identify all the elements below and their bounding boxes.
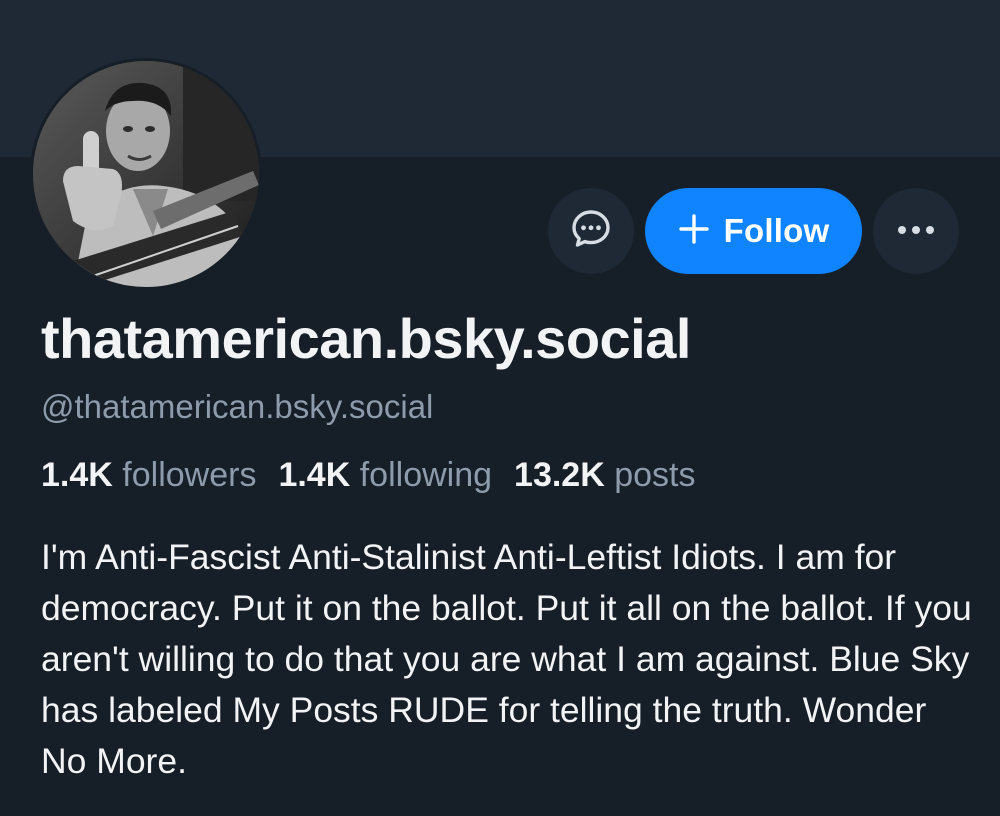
posts-stat: 13.2K posts xyxy=(514,456,695,495)
avatar-image xyxy=(33,61,259,287)
following-count: 1.4K xyxy=(278,456,351,494)
followers-count: 1.4K xyxy=(41,456,113,494)
follow-label: Follow xyxy=(723,212,830,249)
plus-icon xyxy=(678,213,710,250)
following-stat[interactable]: 1.4K following xyxy=(278,456,492,495)
avatar[interactable] xyxy=(30,58,262,290)
posts-count: 13.2K xyxy=(514,456,605,494)
followers-label: followers xyxy=(122,456,257,494)
profile-bio: I'm Anti-Fascist Anti-Stalinist Anti-Lef… xyxy=(41,537,972,781)
followers-stat[interactable]: 1.4K followers xyxy=(41,456,256,495)
chat-bubble-icon xyxy=(570,208,612,255)
profile-handle[interactable]: @thatamerican.bsky.social xyxy=(41,388,433,426)
message-button[interactable] xyxy=(548,188,634,274)
posts-label: posts xyxy=(614,456,696,494)
profile-stats: 1.4K followers 1.4K following 13.2K post… xyxy=(41,456,696,495)
ellipsis-icon xyxy=(896,222,936,240)
follow-button[interactable]: Follow xyxy=(645,188,862,274)
more-options-button[interactable] xyxy=(873,188,959,274)
display-name: thatamerican.bsky.social xyxy=(41,307,691,370)
following-label: following xyxy=(359,456,493,494)
